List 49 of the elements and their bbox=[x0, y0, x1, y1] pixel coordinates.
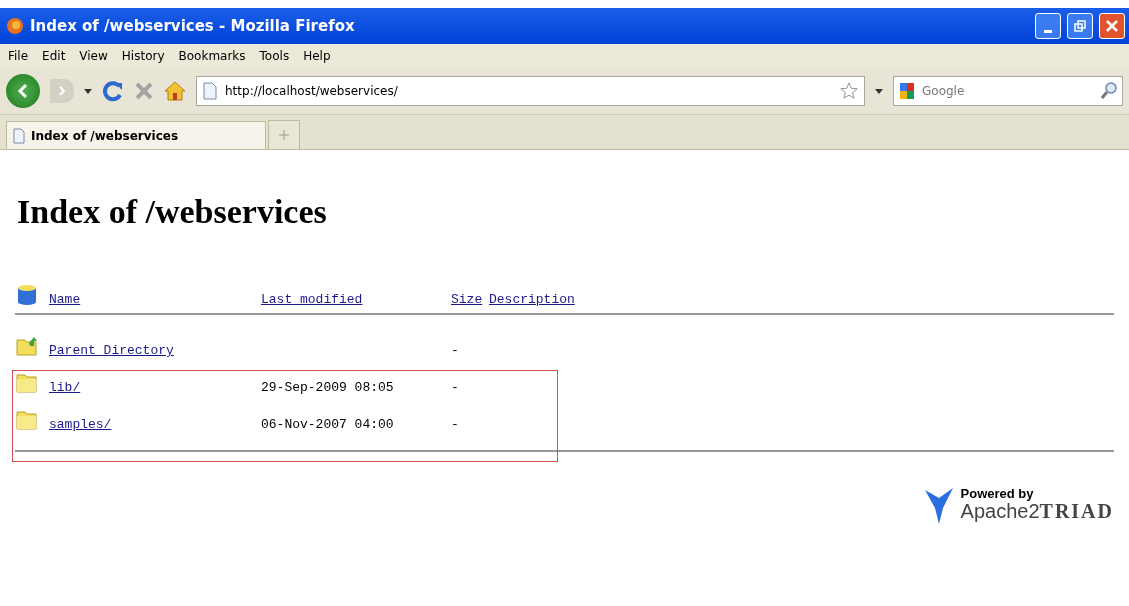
back-button[interactable] bbox=[6, 74, 40, 108]
column-header-link[interactable]: Size bbox=[451, 292, 489, 307]
browser-tab[interactable]: Index of /webservices bbox=[6, 121, 266, 149]
window-title: Index of /webservices - Mozilla Firefox bbox=[30, 17, 356, 35]
page-icon bbox=[203, 82, 217, 100]
menu-item[interactable]: Help bbox=[303, 49, 331, 63]
directory-link[interactable]: samples/ bbox=[49, 417, 112, 432]
file-size: - bbox=[451, 343, 460, 358]
search-field[interactable]: Google bbox=[893, 76, 1123, 106]
menu-item[interactable]: Tools bbox=[259, 49, 290, 63]
feather-logo-icon bbox=[922, 486, 955, 524]
restore-button[interactable] bbox=[1067, 13, 1093, 39]
minimize-icon bbox=[1044, 29, 1052, 33]
search-engine-icon[interactable] bbox=[898, 81, 916, 101]
modified-date: 29-Sep-2009 08:05 bbox=[261, 380, 394, 395]
plus-icon bbox=[279, 130, 289, 140]
folder-icon bbox=[15, 408, 39, 432]
modified-date: 06-Nov-2007 04:00 bbox=[261, 417, 394, 432]
search-icon[interactable] bbox=[1100, 81, 1118, 101]
file-size: - bbox=[451, 380, 460, 395]
restore-icon bbox=[1074, 20, 1086, 32]
column-header-link[interactable]: Last modified bbox=[261, 292, 451, 307]
column-header-link[interactable]: Name bbox=[49, 292, 261, 307]
database-icon bbox=[15, 283, 39, 307]
logo-wordmark: Apache2TRIAD bbox=[960, 500, 1114, 523]
page-heading: Index of /webservices bbox=[17, 193, 328, 231]
dropdown-icon[interactable] bbox=[875, 88, 883, 94]
close-icon bbox=[1106, 20, 1118, 32]
reload-icon[interactable] bbox=[102, 80, 124, 102]
home-icon[interactable] bbox=[164, 81, 186, 101]
menu-item[interactable]: File bbox=[8, 49, 29, 63]
directory-link[interactable]: lib/ bbox=[49, 380, 81, 395]
address-field[interactable]: http://localhost/webservices/ bbox=[223, 83, 834, 99]
file-size: - bbox=[451, 417, 460, 432]
menu-item[interactable]: Edit bbox=[42, 49, 66, 63]
column-header-link[interactable]: Description bbox=[489, 292, 1114, 307]
logo-caption: Powered by bbox=[960, 487, 1035, 500]
page-icon bbox=[13, 127, 25, 144]
browser-logo-icon bbox=[6, 17, 24, 35]
folder-icon bbox=[15, 371, 39, 395]
star-icon[interactable] bbox=[840, 82, 858, 100]
close-button[interactable] bbox=[1099, 13, 1125, 39]
menu-item[interactable]: View bbox=[79, 49, 108, 63]
dropdown-icon[interactable] bbox=[84, 88, 92, 94]
minimize-button[interactable] bbox=[1035, 13, 1061, 39]
address-bar[interactable]: http://localhost/webservices/ bbox=[196, 76, 865, 106]
menu-item[interactable]: Bookmarks bbox=[178, 49, 246, 63]
menu-item[interactable]: History bbox=[121, 49, 165, 63]
directory-link[interactable]: Parent Directory bbox=[49, 343, 174, 358]
